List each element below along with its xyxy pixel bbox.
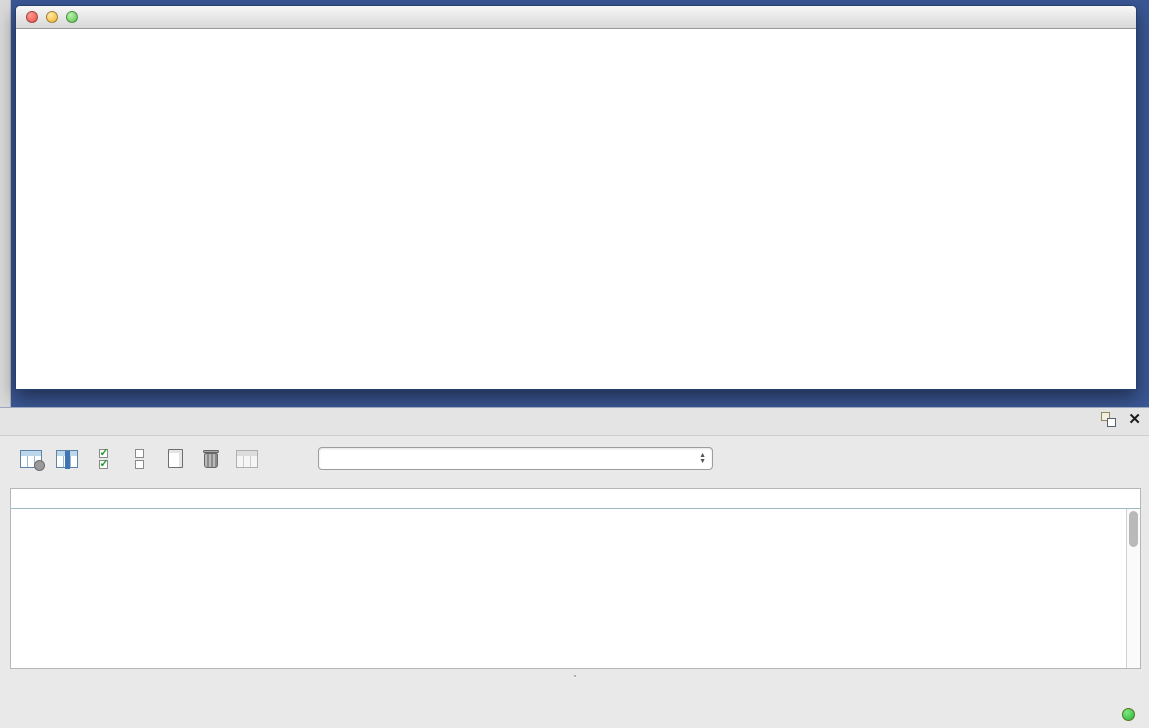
close-panel-icon[interactable]: ✕ <box>1128 412 1141 427</box>
network-canvas[interactable] <box>17 30 1135 389</box>
delete-table-icon[interactable] <box>232 444 262 474</box>
unselect-all-icon[interactable] <box>124 444 154 474</box>
table-scrollbar[interactable] <box>1126 509 1140 668</box>
table-select-dropdown[interactable]: ▲▼ <box>318 447 713 470</box>
table-settings-icon[interactable] <box>16 444 46 474</box>
select-all-icon[interactable] <box>88 444 118 474</box>
network-window[interactable] <box>15 5 1137 390</box>
memory-ok-icon[interactable] <box>1122 708 1135 721</box>
minimize-window-button[interactable] <box>46 11 58 23</box>
function-builder-icon[interactable] <box>268 444 298 474</box>
network-window-titlebar[interactable] <box>16 6 1136 29</box>
table-scrollbar-thumb[interactable] <box>1129 511 1138 547</box>
table-toolbar: ▲▼ <box>0 436 1149 481</box>
table-panel-header: ✕ <box>0 408 1149 436</box>
network-desktop <box>0 0 1149 407</box>
float-panel-icon[interactable] <box>1101 412 1116 427</box>
delete-icon[interactable] <box>196 444 226 474</box>
node-table <box>10 488 1141 669</box>
table-panel: ✕ ▲▼ <box>0 407 1149 727</box>
zoom-window-button[interactable] <box>66 11 78 23</box>
dropdown-arrows-icon: ▲▼ <box>699 453 706 465</box>
close-window-button[interactable] <box>26 11 38 23</box>
table-header-row <box>11 489 1140 509</box>
table-tabs <box>0 675 1149 677</box>
window-edge-strip <box>0 0 11 407</box>
show-columns-icon[interactable] <box>52 444 82 474</box>
status-bar <box>0 701 1149 728</box>
new-document-icon[interactable] <box>160 444 190 474</box>
